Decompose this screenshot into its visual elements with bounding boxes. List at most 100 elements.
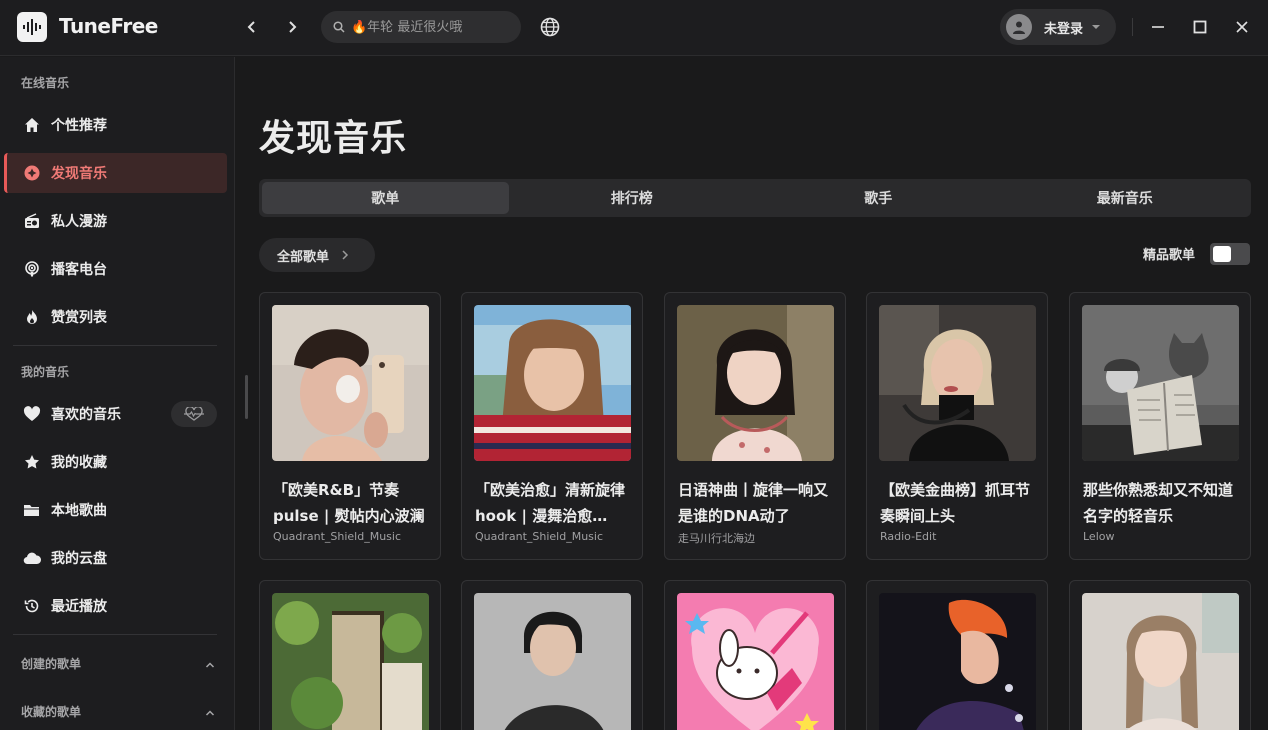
divider: [1132, 18, 1133, 36]
tab-charts[interactable]: 排行榜: [509, 182, 756, 214]
playlist-card[interactable]: 「欧美R&B」节奏pulse | 熨帖内心波澜 Quadrant_Shield_…: [259, 292, 441, 560]
chevron-right-icon: [289, 21, 297, 33]
close-icon: [1236, 21, 1248, 33]
cloud-icon: [23, 549, 41, 567]
close-button[interactable]: [1231, 16, 1253, 38]
quality-playlists-label: 精品歌单: [1143, 248, 1196, 263]
section-created-playlists[interactable]: 创建的歌单: [21, 655, 81, 672]
app-name: TuneFree: [59, 14, 158, 38]
playlist-card[interactable]: [461, 580, 643, 730]
section-online-music: 在线音乐: [21, 76, 70, 90]
sidebar: 在线音乐 个性推荐 发现音乐 私人漫游 播客电台 赞赏列表 我的音乐 喜欢的音乐…: [0, 57, 235, 730]
page-title: 发现音乐: [259, 118, 408, 159]
divider: [13, 345, 217, 346]
all-playlists-button[interactable]: 全部歌单: [259, 238, 375, 272]
home-icon: [23, 116, 41, 134]
playlist-card[interactable]: [259, 580, 441, 730]
user-menu-button[interactable]: 未登录: [1000, 9, 1116, 45]
sidebar-item-label: 发现音乐: [51, 166, 107, 182]
playlist-card[interactable]: [1069, 580, 1251, 730]
sidebar-item-label: 我的收藏: [51, 455, 107, 471]
playlist-card[interactable]: 日语神曲丨旋律一响又是谁的DNA动了 走马川行北海边: [664, 292, 846, 560]
playlist-card[interactable]: 【欧美金曲榜】抓耳节奏瞬间上头 Radio-Edit: [866, 292, 1048, 560]
playlist-cover: [1082, 593, 1239, 730]
history-icon: [23, 597, 41, 615]
minimize-icon: [1152, 26, 1164, 28]
user-name: 未登录: [1044, 21, 1084, 37]
playlist-cover: [677, 305, 834, 461]
playlist-card[interactable]: 「欧美治愈」清新旋律hook | 漫舞治愈… Quadrant_Shield_M…: [461, 292, 643, 560]
sidebar-item-label: 我的云盘: [51, 551, 107, 567]
playlist-title: 「欧美R&B」节奏pulse | 熨帖内心波澜: [273, 481, 425, 525]
playlist-author: Quadrant_Shield_Music: [273, 530, 402, 543]
chevron-left-icon: [247, 21, 255, 33]
sidebar-item-cloud[interactable]: 我的云盘: [4, 538, 227, 578]
tab-playlists[interactable]: 歌单: [262, 182, 509, 214]
playlist-author: Radio-Edit: [880, 530, 937, 543]
maximize-button[interactable]: [1189, 16, 1211, 38]
playlist-cover: [272, 305, 429, 461]
playlist-card[interactable]: [664, 580, 846, 730]
search-input[interactable]: [351, 19, 511, 35]
tab-bar: 歌单 排行榜 歌手 最新音乐: [259, 179, 1251, 217]
all-playlists-label: 全部歌单: [277, 249, 330, 265]
sidebar-item-recommend[interactable]: 个性推荐: [4, 105, 227, 145]
heartbeat-mode-button[interactable]: [171, 401, 217, 427]
playlist-title: 日语神曲丨旋律一响又是谁的DNA动了: [678, 481, 829, 525]
sidebar-item-label: 个性推荐: [51, 118, 107, 134]
playlist-card[interactable]: 那些你熟悉却又不知道名字的轻音乐 Lelow: [1069, 292, 1251, 560]
sidebar-item-recent[interactable]: 最近播放: [4, 586, 227, 626]
tab-artists[interactable]: 歌手: [755, 182, 1002, 214]
sidebar-item-discover[interactable]: 发现音乐: [4, 153, 227, 193]
avatar: [1006, 14, 1032, 40]
playlist-cover: [1082, 305, 1239, 461]
chevron-up-icon[interactable]: [204, 704, 216, 716]
playlist-cover: [879, 593, 1036, 730]
sidebar-item-appreciation[interactable]: 赞赏列表: [4, 297, 227, 337]
playlist-cover: [879, 305, 1036, 461]
playlist-card[interactable]: [866, 580, 1048, 730]
playlist-title: 「欧美治愈」清新旋律hook | 漫舞治愈…: [475, 481, 626, 525]
minimize-button[interactable]: [1147, 16, 1169, 38]
sidebar-item-label: 喜欢的音乐: [51, 407, 121, 423]
disc-icon: [23, 164, 41, 182]
search-box[interactable]: [321, 11, 521, 43]
language-globe-icon[interactable]: [539, 16, 561, 38]
playlist-cover: [474, 305, 631, 461]
playlist-author: Lelow: [1083, 530, 1115, 543]
chevron-up-icon[interactable]: [204, 656, 216, 668]
playlist-cover: [272, 593, 429, 730]
main-content: 发现音乐 歌单 排行榜 歌手 最新音乐 全部歌单 精品歌单 「欧美R&B」节奏p…: [236, 57, 1268, 730]
back-button[interactable]: [241, 16, 263, 38]
tab-new-music[interactable]: 最新音乐: [1002, 182, 1249, 214]
sidebar-item-label: 最近播放: [51, 599, 107, 615]
playlist-author: Quadrant_Shield_Music: [475, 530, 604, 543]
user-icon: [1013, 21, 1025, 34]
playlist-title: 那些你熟悉却又不知道名字的轻音乐: [1083, 481, 1234, 525]
sidebar-item-label: 赞赏列表: [51, 310, 107, 326]
sidebar-item-label: 播客电台: [51, 262, 107, 278]
section-collected-playlists[interactable]: 收藏的歌单: [21, 703, 81, 720]
forward-button[interactable]: [281, 16, 303, 38]
caret-down-icon: [1092, 25, 1101, 29]
search-icon: [333, 21, 345, 33]
sidebar-item-roaming[interactable]: 私人漫游: [4, 201, 227, 241]
playlist-title: 【欧美金曲榜】抓耳节奏瞬间上头: [880, 481, 1031, 525]
sidebar-item-local[interactable]: 本地歌曲: [4, 490, 227, 530]
playlist-author: 走马川行北海边: [678, 532, 755, 545]
divider: [13, 634, 217, 635]
folder-icon: [23, 501, 41, 519]
sidebar-item-podcast[interactable]: 播客电台: [4, 249, 227, 289]
playlist-cover: [677, 593, 834, 730]
sidebar-item-label: 私人漫游: [51, 214, 107, 230]
radio-icon: [23, 212, 41, 230]
quality-playlists-toggle[interactable]: [1210, 243, 1250, 265]
chevron-right-icon: [342, 250, 349, 260]
star-icon: [23, 453, 41, 471]
toggle-knob: [1213, 246, 1231, 262]
sidebar-item-label: 本地歌曲: [51, 503, 107, 519]
playlist-cover: [474, 593, 631, 730]
sidebar-item-favorites[interactable]: 我的收藏: [4, 442, 227, 482]
podcast-icon: [23, 260, 41, 278]
maximize-icon: [1193, 20, 1207, 34]
